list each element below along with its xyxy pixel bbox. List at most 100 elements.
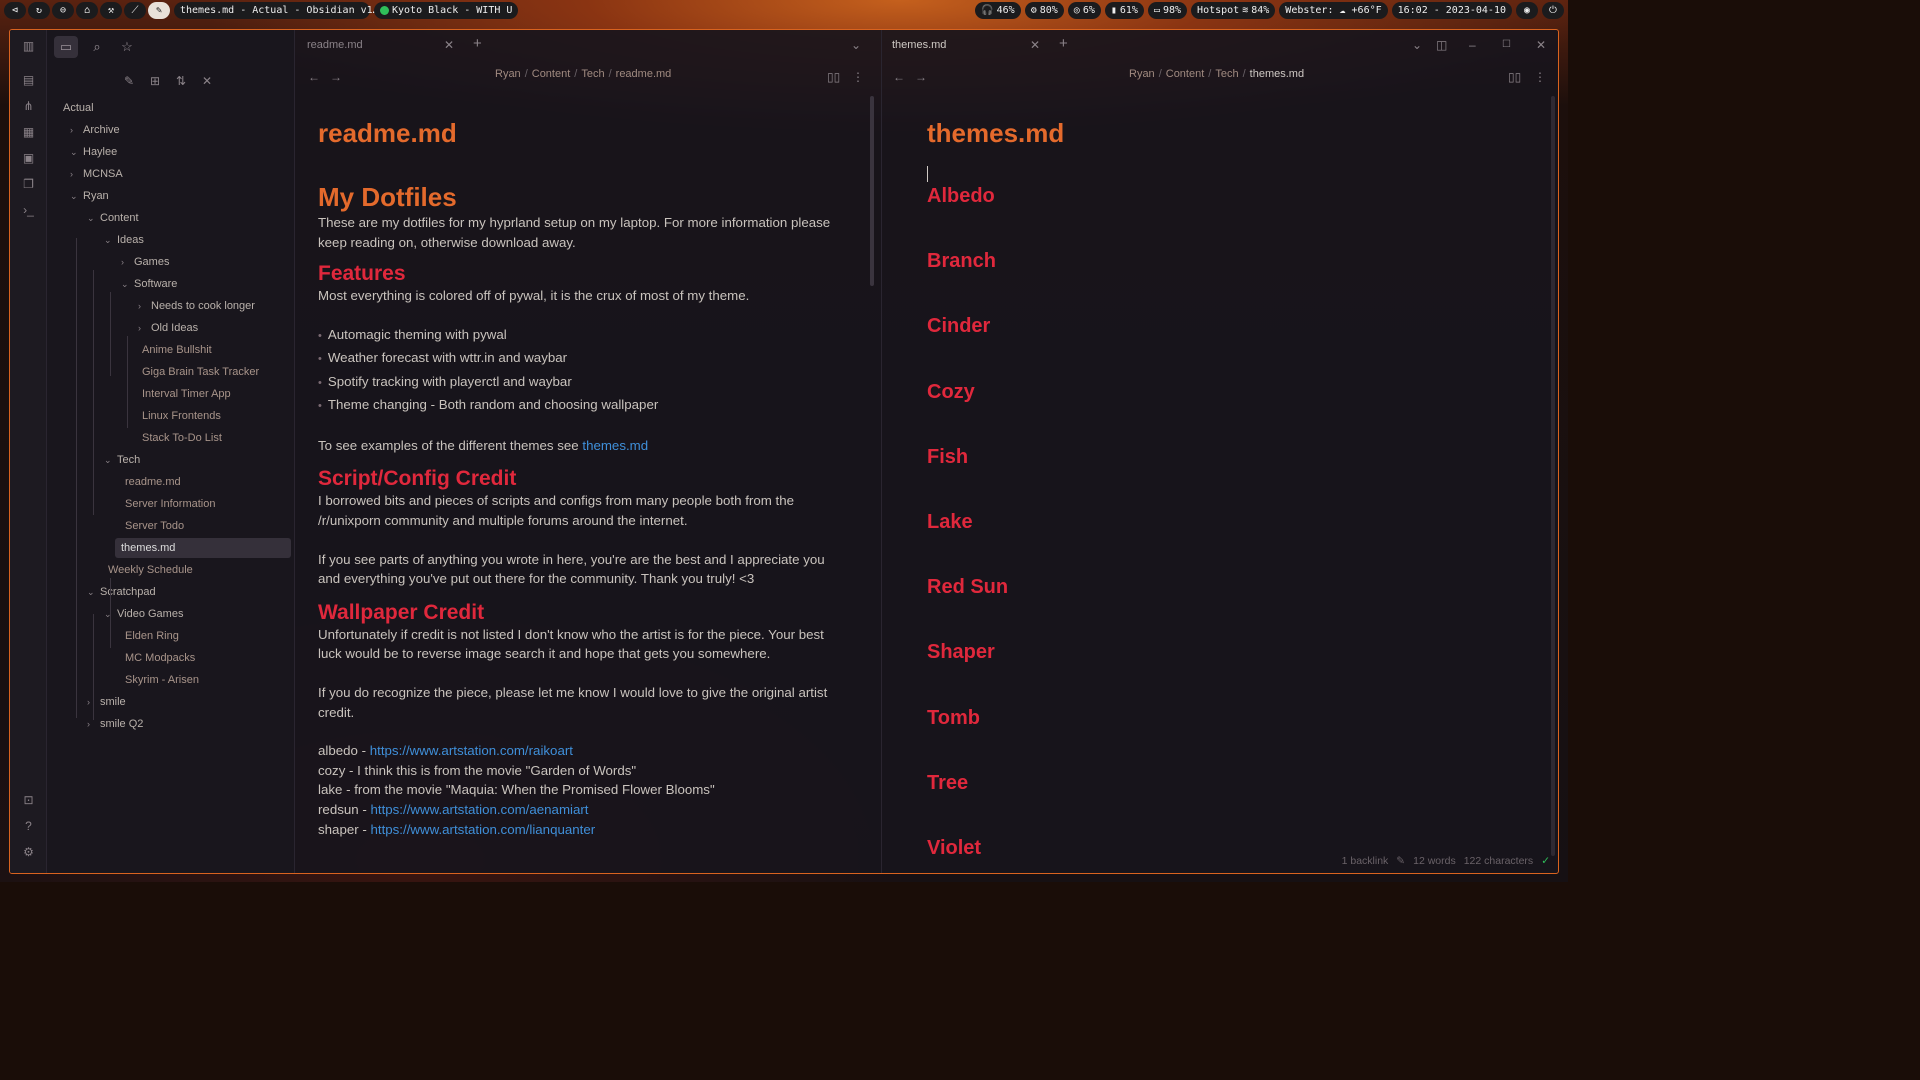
tree-file[interactable]: themes.md: [115, 538, 291, 558]
tree-file[interactable]: Weekly Schedule: [104, 560, 193, 580]
tree-label: Tech: [117, 454, 141, 466]
back-arrow-icon[interactable]: ←: [308, 70, 320, 84]
tab-list-icon[interactable]: ⌄: [851, 38, 861, 52]
vault-icon[interactable]: ⊡: [20, 792, 37, 809]
power-icon[interactable]: ⏻: [1542, 1, 1564, 19]
workspace-2[interactable]: ↻: [28, 1, 50, 19]
terminal-icon[interactable]: ›_: [20, 202, 37, 219]
tree-file[interactable]: MC Modpacks: [121, 648, 195, 668]
tree-file[interactable]: Anime Bullshit: [138, 340, 212, 360]
workspace-4[interactable]: ⌂: [76, 1, 98, 19]
close-tab-icon[interactable]: ✕: [1030, 38, 1040, 52]
new-tab-icon[interactable]: +: [473, 35, 482, 52]
indent-guide: [93, 614, 94, 720]
tree-folder[interactable]: ⌄ Haylee: [70, 142, 117, 162]
new-note-icon[interactable]: ✎: [120, 72, 138, 90]
pane-divider[interactable]: [881, 30, 882, 873]
maximize-icon[interactable]: ☐: [1502, 39, 1511, 50]
minimize-icon[interactable]: –: [1469, 38, 1476, 52]
discord-icon[interactable]: ◉: [1516, 1, 1538, 19]
tree-label: Ideas: [117, 234, 144, 246]
tree-file[interactable]: Server Information: [121, 494, 215, 514]
tree-folder[interactable]: ⌄ Tech: [104, 450, 140, 470]
left-scrollbar[interactable]: [870, 96, 874, 286]
workspace-6[interactable]: ⟋: [124, 1, 146, 19]
now-playing-pill[interactable]: Kyoto Black - WITH U: [374, 1, 519, 19]
credit-line: cozy - I think this is from the movie "G…: [318, 762, 637, 778]
tree-file[interactable]: Interval Timer App: [138, 384, 231, 404]
split-view-icon[interactable]: ◫: [1436, 38, 1447, 52]
chevron-down-icon: ⌄: [70, 191, 78, 201]
tree-label: MCNSA: [83, 168, 123, 180]
tab-readme[interactable]: readme.md: [307, 39, 363, 51]
credit-paragraph-2: If you see parts of anything you wrote i…: [318, 551, 825, 587]
tree-file[interactable]: Skyrim - Arisen: [121, 670, 199, 690]
graph-icon[interactable]: ⋔: [20, 98, 37, 115]
indent-guide: [93, 270, 94, 515]
close-tab-icon[interactable]: ✕: [444, 38, 454, 52]
new-folder-icon[interactable]: ⊞: [146, 72, 164, 90]
search-icon[interactable]: ⌕: [85, 36, 109, 58]
tree-label: Linux Frontends: [142, 410, 221, 422]
features-list: Automagic theming with pywal Weather for…: [318, 324, 833, 418]
forward-arrow-icon[interactable]: →: [915, 70, 927, 84]
tree-folder[interactable]: ⌄ Ideas: [104, 230, 144, 250]
reading-mode-icon[interactable]: ▯▯: [827, 70, 840, 84]
indent-guide: [110, 292, 111, 376]
more-options-icon[interactable]: ⋮: [1534, 70, 1546, 84]
files-tab-icon[interactable]: ▭: [54, 36, 78, 58]
tree-folder[interactable]: › Needs to cook longer: [138, 296, 255, 316]
right-scrollbar[interactable]: [1551, 96, 1555, 856]
tree-file[interactable]: Server Todo: [121, 516, 184, 536]
workspace-1[interactable]: ⊲: [4, 1, 26, 19]
bookmark-star-icon[interactable]: ☆: [115, 36, 139, 58]
network-status[interactable]: Hotspot ≋ 84%: [1191, 1, 1276, 19]
themes-link[interactable]: themes.md: [582, 438, 648, 453]
tree-file[interactable]: Stack To-Do List: [138, 428, 222, 448]
tree-file[interactable]: Giga Brain Task Tracker: [138, 362, 259, 382]
workspace-3[interactable]: ⊖: [52, 1, 74, 19]
theme-heading: Lake: [927, 511, 973, 533]
copy-icon[interactable]: ❐: [20, 176, 37, 193]
more-options-icon[interactable]: ⋮: [852, 70, 864, 84]
tree-folder[interactable]: › MCNSA: [70, 164, 123, 184]
collapse-all-icon[interactable]: ✕: [198, 72, 216, 90]
tree-folder[interactable]: ⌄ Content: [87, 208, 139, 228]
tree-folder[interactable]: › Old Ideas: [138, 318, 198, 338]
themes-title: themes.md: [927, 118, 1065, 148]
brightness: ▮ 61%: [1104, 1, 1144, 19]
tree-label: Giga Brain Task Tracker: [142, 366, 260, 378]
tree-root[interactable]: Actual: [63, 98, 94, 118]
toggle-sidebar-icon[interactable]: ▥: [20, 38, 37, 55]
workspace-7[interactable]: ✎: [148, 1, 170, 19]
tree-file[interactable]: readme.md: [121, 472, 181, 492]
calendar-icon[interactable]: ▣: [20, 150, 37, 167]
tree-folder[interactable]: ⌄ Software: [121, 274, 177, 294]
tree-folder[interactable]: › Archive: [70, 120, 120, 140]
new-tab-icon[interactable]: +: [1059, 35, 1068, 52]
close-window-icon[interactable]: ✕: [1536, 38, 1546, 52]
indent-guide: [76, 238, 77, 718]
tree-folder[interactable]: ⌄ Scratchpad: [87, 582, 156, 602]
canvas-icon[interactable]: ▦: [20, 124, 37, 141]
sort-icon[interactable]: ⇅: [172, 72, 190, 90]
tab-list-icon[interactable]: ⌄: [1412, 38, 1422, 52]
tree-folder[interactable]: ⌄ Ryan: [70, 186, 109, 206]
theme-heading: Red Sun: [927, 576, 1009, 599]
tab-themes[interactable]: themes.md: [892, 39, 946, 51]
open-file-icon[interactable]: ▤: [20, 72, 37, 89]
tree-folder[interactable]: ⌄ Video Games: [104, 604, 183, 624]
tree-file[interactable]: Linux Frontends: [138, 406, 221, 426]
tree-file[interactable]: Elden Ring: [121, 626, 179, 646]
tree-folder[interactable]: › Games: [121, 252, 169, 272]
settings-icon[interactable]: ⚙: [20, 844, 37, 861]
workspace-5[interactable]: ⚒: [100, 1, 122, 19]
wallpaper-paragraph-2: If you do recognize the piece, please le…: [318, 684, 828, 720]
reading-mode-icon[interactable]: ▯▯: [1508, 70, 1521, 84]
tree-folder[interactable]: › smile Q2: [87, 714, 143, 734]
backlink-count[interactable]: 1 backlink: [1342, 855, 1389, 867]
help-icon[interactable]: ?: [20, 818, 37, 835]
file-explorer: ▭ ⌕ ☆ ✎ ⊞ ⇅ ✕ Actual › Archive ⌄ Haylee › MCNS…: [47, 30, 295, 873]
forward-arrow-icon[interactable]: →: [330, 70, 342, 84]
back-arrow-icon[interactable]: ←: [893, 70, 905, 84]
